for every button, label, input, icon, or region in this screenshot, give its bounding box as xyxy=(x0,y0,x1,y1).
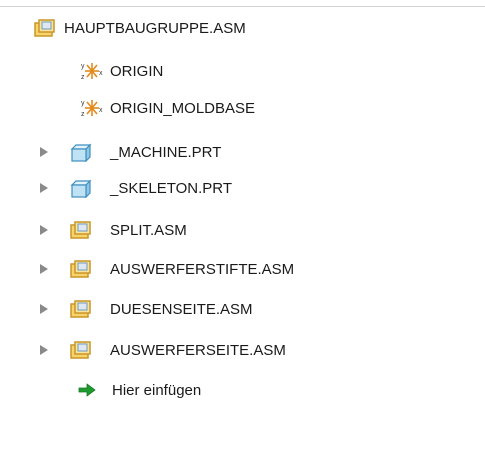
tree-item-origin-moldbase[interactable]: y z x ORIGIN_MOLDBASE xyxy=(0,96,485,120)
tree-item-label: _SKELETON.PRT xyxy=(110,179,232,197)
tree-root-item[interactable]: HAUPTBAUGRUPPE.ASM xyxy=(0,16,485,40)
tree-item-label: ORIGIN xyxy=(110,62,164,80)
assembly-icon xyxy=(70,300,91,318)
tree-item-insert-here[interactable]: Hier einfügen xyxy=(0,378,485,402)
expand-arrow-icon[interactable] xyxy=(40,304,48,314)
tree-item-split-asm[interactable]: SPLIT.ASM xyxy=(0,218,485,242)
tree-root-label: HAUPTBAUGRUPPE.ASM xyxy=(64,19,246,37)
assembly-icon xyxy=(70,221,91,239)
panel-top-border xyxy=(0,6,485,7)
part-icon xyxy=(70,179,92,198)
tree-item-label: SPLIT.ASM xyxy=(110,221,187,239)
expand-arrow-icon[interactable] xyxy=(40,183,48,193)
expand-arrow-icon[interactable] xyxy=(40,225,48,235)
assembly-icon xyxy=(70,341,91,359)
tree-item-skeleton-prt[interactable]: _SKELETON.PRT xyxy=(0,176,485,200)
svg-text:x: x xyxy=(99,107,103,114)
svg-text:z: z xyxy=(81,74,85,81)
svg-text:x: x xyxy=(99,70,103,77)
insert-here-arrow-icon xyxy=(78,383,96,397)
tree-item-auswerferseite-asm[interactable]: AUSWERFERSEITE.ASM xyxy=(0,338,485,362)
tree-item-duesenseite-asm[interactable]: DUESENSEITE.ASM xyxy=(0,297,485,321)
coordinate-system-icon: y z x xyxy=(81,100,103,118)
tree-item-label: AUSWERFERSEITE.ASM xyxy=(110,341,286,359)
tree-item-machine-prt[interactable]: _MACHINE.PRT xyxy=(0,140,485,164)
model-tree-panel: HAUPTBAUGRUPPE.ASM y z x ORIGIN y z x OR… xyxy=(0,0,485,475)
tree-item-label: Hier einfügen xyxy=(112,381,202,399)
tree-item-label: DUESENSEITE.ASM xyxy=(110,300,253,318)
tree-item-auswerferstifte-asm[interactable]: AUSWERFERSTIFTE.ASM xyxy=(0,257,485,281)
tree-item-label: _MACHINE.PRT xyxy=(110,143,222,161)
tree-item-label: ORIGIN_MOLDBASE xyxy=(110,99,256,117)
expand-arrow-icon[interactable] xyxy=(40,147,48,157)
svg-text:y: y xyxy=(81,63,85,70)
expand-arrow-icon[interactable] xyxy=(40,345,48,355)
svg-text:y: y xyxy=(81,100,85,107)
assembly-icon xyxy=(34,19,55,37)
expand-arrow-icon[interactable] xyxy=(40,264,48,274)
coordinate-system-icon: y z x xyxy=(81,63,103,81)
part-icon xyxy=(70,143,92,162)
svg-text:z: z xyxy=(81,111,85,118)
tree-item-label: AUSWERFERSTIFTE.ASM xyxy=(110,260,295,278)
tree-item-origin[interactable]: y z x ORIGIN xyxy=(0,59,485,83)
assembly-icon xyxy=(70,260,91,278)
